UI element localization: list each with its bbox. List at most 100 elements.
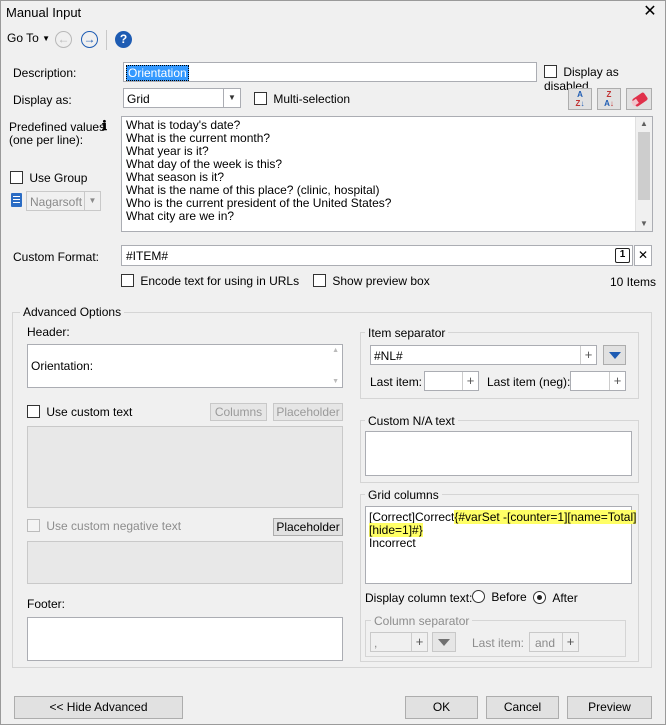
close-button[interactable]: ✕ bbox=[640, 2, 660, 22]
footer-label: Footer: bbox=[27, 597, 66, 611]
multi-selection-label: Multi-selection bbox=[273, 92, 351, 106]
multi-selection-checkbox[interactable]: Multi-selection bbox=[254, 92, 350, 106]
plus-icon[interactable]: + bbox=[580, 346, 596, 364]
custom-format-input[interactable]: #ITEM# 1 bbox=[121, 245, 633, 266]
col-last-item-input[interactable]: and + bbox=[529, 632, 579, 652]
predefined-label-sub: (one per line): bbox=[9, 133, 84, 147]
hide-advanced-button[interactable]: << Hide Advanced bbox=[14, 696, 183, 719]
description-label: Description: bbox=[13, 66, 77, 80]
checkbox-box bbox=[10, 171, 23, 184]
back-arrow-icon[interactable]: ← bbox=[55, 31, 72, 48]
col-last-item-value: and bbox=[535, 636, 556, 650]
grid-columns-title: Grid columns bbox=[365, 488, 442, 502]
use-group-checkbox[interactable]: Use Group bbox=[10, 171, 87, 185]
use-custom-text-label: Use custom text bbox=[46, 405, 133, 419]
help-icon[interactable]: ? bbox=[115, 31, 132, 48]
header-label: Header: bbox=[27, 325, 70, 339]
forward-arrow-icon[interactable]: → bbox=[81, 31, 98, 48]
info-icon: ℹ bbox=[102, 119, 107, 134]
sort-az-icon[interactable]: A Z↓ bbox=[568, 88, 592, 110]
item-separator-input[interactable]: #NL# + bbox=[370, 345, 597, 365]
column-separator-dropdown[interactable] bbox=[432, 632, 456, 652]
goto-label: Go To bbox=[7, 31, 39, 45]
use-custom-negative-checkbox[interactable]: Use custom negative text bbox=[27, 519, 181, 533]
encode-url-label: Encode text for using in URLs bbox=[140, 274, 300, 288]
use-group-label: Use Group bbox=[29, 171, 88, 185]
chevron-down-icon[interactable]: ▼ bbox=[223, 89, 240, 107]
checkbox-box bbox=[121, 274, 134, 287]
use-custom-negative-label: Use custom negative text bbox=[46, 519, 182, 533]
grid-line-1b: {#varSet -[counter=1][name=Total] bbox=[454, 510, 637, 524]
last-item-neg-input[interactable]: + bbox=[570, 371, 626, 391]
item-separator-dropdown[interactable] bbox=[603, 345, 626, 365]
after-radio[interactable]: After bbox=[533, 591, 578, 605]
checkbox-box bbox=[313, 274, 326, 287]
column-separator-input[interactable]: , + bbox=[370, 632, 428, 652]
cancel-button[interactable]: Cancel bbox=[486, 696, 559, 719]
predefined-values-textarea[interactable]: What is today's date? What is the current… bbox=[121, 116, 653, 232]
col-last-item-label: Last item: bbox=[472, 636, 525, 650]
group-icon bbox=[11, 193, 22, 207]
custom-text-textarea[interactable] bbox=[27, 426, 343, 508]
custom-na-title: Custom N/A text bbox=[365, 414, 458, 428]
plus-icon[interactable]: + bbox=[609, 372, 625, 390]
last-item-neg-label: Last item (neg): bbox=[487, 375, 571, 389]
after-label: After bbox=[552, 591, 578, 605]
clear-format-icon[interactable]: ✕ bbox=[634, 245, 652, 266]
columns-button[interactable]: Columns bbox=[210, 403, 267, 421]
display-as-label: Display as: bbox=[13, 93, 72, 107]
placeholder-button[interactable]: Placeholder bbox=[273, 403, 343, 421]
item-separator-value: #NL# bbox=[374, 349, 403, 363]
scroll-thumb[interactable] bbox=[638, 132, 650, 200]
column-separator-title: Column separator bbox=[371, 614, 473, 628]
radio-circle bbox=[533, 591, 546, 604]
eraser-icon[interactable] bbox=[626, 88, 652, 110]
before-radio[interactable]: Before bbox=[472, 590, 527, 604]
format-badge[interactable]: 1 bbox=[615, 248, 630, 263]
checkbox-box bbox=[544, 65, 557, 78]
checkbox-box bbox=[254, 92, 267, 105]
triangle-down-icon bbox=[438, 639, 450, 646]
display-as-value: Grid bbox=[127, 92, 150, 106]
sort-za-icon[interactable]: Z A↓ bbox=[597, 88, 621, 110]
encode-url-checkbox[interactable]: Encode text for using in URLs bbox=[121, 274, 299, 288]
use-custom-text-checkbox[interactable]: Use custom text bbox=[27, 405, 132, 419]
preview-button[interactable]: Preview bbox=[567, 696, 652, 719]
checkbox-box bbox=[27, 405, 40, 418]
show-preview-label: Show preview box bbox=[332, 274, 430, 288]
column-separator-value: , bbox=[374, 636, 378, 650]
plus-icon[interactable]: + bbox=[562, 633, 578, 651]
custom-na-textarea[interactable] bbox=[365, 431, 632, 476]
window-title: Manual Input bbox=[6, 5, 82, 20]
description-input[interactable]: Orientation bbox=[123, 62, 537, 82]
radio-circle bbox=[472, 590, 485, 603]
custom-format-label: Custom Format: bbox=[13, 250, 100, 264]
predefined-value-line: What city are we in? bbox=[126, 209, 235, 223]
scroll-up-icon: ▲ bbox=[332, 347, 339, 354]
group-select[interactable]: Nagarsoft ▼ bbox=[26, 191, 101, 211]
placeholder-button-2[interactable]: Placeholder bbox=[273, 518, 343, 536]
scroll-down-icon[interactable]: ▼ bbox=[636, 217, 652, 231]
header-textarea[interactable]: Orientation: ▲ ▼ bbox=[27, 344, 343, 388]
scrollbar[interactable]: ▲ ▼ bbox=[635, 117, 652, 231]
items-count: 10 Items bbox=[610, 275, 657, 289]
grid-columns-lines: [Correct]Correct{#varSet -[counter=1][na… bbox=[369, 510, 637, 550]
display-as-select[interactable]: Grid ▼ bbox=[123, 88, 241, 108]
scroll-down-icon: ▼ bbox=[332, 378, 339, 385]
show-preview-checkbox[interactable]: Show preview box bbox=[313, 274, 430, 288]
checkbox-box bbox=[27, 519, 40, 532]
chevron-down-icon[interactable]: ▼ bbox=[84, 192, 100, 210]
display-column-text-label: Display column text: bbox=[365, 591, 473, 605]
scroll-up-icon[interactable]: ▲ bbox=[636, 117, 652, 131]
caret-down-icon: ▼ bbox=[42, 34, 51, 43]
footer-textarea[interactable] bbox=[27, 617, 343, 661]
goto-menu[interactable]: Go To ▼ bbox=[7, 31, 50, 45]
triangle-down-icon bbox=[609, 352, 621, 359]
grid-columns-textarea[interactable]: [Correct]Correct{#varSet -[counter=1][na… bbox=[365, 506, 637, 584]
description-value: Orientation bbox=[126, 65, 189, 81]
plus-icon[interactable]: + bbox=[462, 372, 478, 390]
plus-icon[interactable]: + bbox=[411, 633, 427, 651]
last-item-input[interactable]: + bbox=[424, 371, 479, 391]
custom-negative-textarea[interactable] bbox=[27, 541, 343, 584]
ok-button[interactable]: OK bbox=[405, 696, 478, 719]
